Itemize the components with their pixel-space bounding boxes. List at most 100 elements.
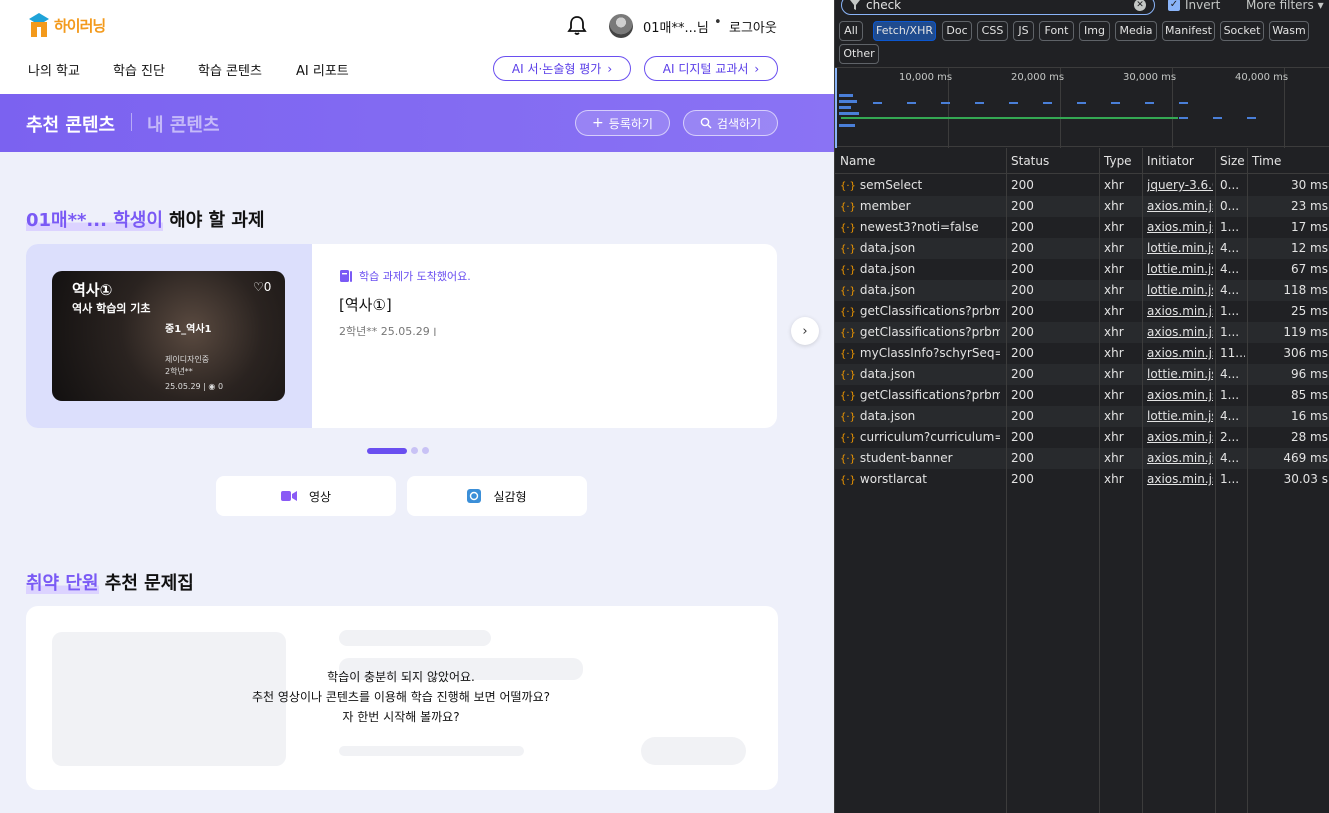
carousel-dot-active[interactable] — [367, 447, 407, 454]
table-row[interactable]: {·}myClassInfo?schyrSeq=6... 200 xhr axios.… — [835, 343, 1329, 364]
cell-type: xhr — [1104, 220, 1140, 234]
table-row[interactable]: {·}data.json 200 xhr lottie.min.js:1 4... 67 … — [835, 259, 1329, 280]
task-title[interactable]: [역사①] — [339, 294, 392, 315]
chip-doc[interactable]: Doc — [942, 21, 972, 41]
cell-time: 119 ms — [1252, 325, 1328, 339]
search-button[interactable]: 검색하기 — [683, 110, 778, 136]
content-thumbnail[interactable]: 역사① 역사 학습의 기초 ♡0 중1_역사1 제이디자인중 2학년** 25.… — [52, 271, 285, 401]
cell-type: xhr — [1104, 178, 1140, 192]
table-row[interactable]: {·}data.json 200 xhr lottie.min.js:1 4... 96 … — [835, 364, 1329, 385]
clear-filter-icon[interactable]: ✕ — [1134, 0, 1146, 11]
chip-css[interactable]: CSS — [977, 21, 1008, 41]
initiator-text[interactable]: lottie.min.js:1 — [1147, 262, 1213, 276]
chip-media[interactable]: Media — [1115, 21, 1157, 41]
initiator-text[interactable]: axios.min.js:2 — [1147, 304, 1213, 318]
initiator-text[interactable]: lottie.min.js:1 — [1147, 409, 1213, 423]
table-row[interactable]: {·}worstlarcat 200 xhr axios.min.js:2 1... 30… — [835, 469, 1329, 490]
type-text: xhr — [1104, 178, 1124, 192]
nav-ai-report[interactable]: AI 리포트 — [296, 60, 349, 79]
name-text: getClassifications?prbm... — [859, 325, 1000, 339]
cell-name: {·} newest3?noti=false — [840, 220, 1000, 234]
chip-js[interactable]: JS — [1013, 21, 1034, 41]
chip-wasm[interactable]: Wasm — [1269, 21, 1309, 41]
tab-recommended-content[interactable]: 추천 콘텐츠 — [26, 111, 115, 137]
table-row[interactable]: {·} getClassifications?prbm... 200 xhr axios… — [835, 385, 1329, 406]
table-row[interactable]: {·}semSelect 200 xhr jquery-3.6.0. 0... 30 ms — [835, 175, 1329, 196]
col-time-header[interactable]: Time — [1252, 154, 1281, 168]
nav-learning-content[interactable]: 학습 콘텐츠 — [198, 60, 262, 79]
task-meta: 2학년** ׀ 25.05.29 — [339, 325, 437, 338]
time-text: 30 ms — [1290, 178, 1328, 192]
table-row[interactable]: {·}data.json 200 xhr lottie.min.js:1 4... 12 … — [835, 238, 1329, 259]
initiator-text[interactable]: axios.min.js:2 — [1147, 451, 1213, 465]
table-row[interactable]: {·}member 200 xhr axios.min.js:2 0... 23 ms — [835, 196, 1329, 217]
time-text: 12 ms — [1290, 241, 1328, 255]
cell-time: 12 ms — [1252, 241, 1328, 255]
chip-socket[interactable]: Socket — [1220, 21, 1264, 41]
register-button[interactable]: + 등록하기 — [575, 110, 670, 136]
category-video-button[interactable]: 영상 — [216, 476, 396, 516]
initiator-text[interactable]: axios.min.js:2 — [1147, 346, 1213, 360]
filter-bar: check ✕ ✓ Invert More filters ▾ — [835, 0, 1329, 16]
more-filters-dropdown[interactable]: More filters ▾ — [1246, 0, 1324, 12]
status-text: 200 — [1011, 262, 1034, 276]
carousel-dot[interactable] — [411, 447, 418, 454]
chip-img[interactable]: Img — [1079, 21, 1110, 41]
col-size-header[interactable]: Size — [1220, 154, 1245, 168]
initiator-text[interactable]: jquery-3.6.0. — [1147, 178, 1213, 192]
carousel-next-button[interactable]: › — [791, 317, 819, 345]
table-row[interactable]: {·}curriculum?curriculum=J... 200 xhr axios… — [835, 427, 1329, 448]
initiator-text[interactable]: axios.min.js:2 — [1147, 199, 1213, 213]
ai-essay-eval-button[interactable]: AI 서·논술형 평가 › — [493, 56, 631, 81]
logout-link[interactable]: 로그아웃 — [729, 17, 777, 36]
column-divider — [1142, 148, 1143, 813]
col-initiator-header[interactable]: Initiator — [1147, 154, 1194, 168]
status-text: 200 — [1011, 325, 1034, 339]
chip-other[interactable]: Other — [839, 44, 879, 64]
type-text: xhr — [1104, 367, 1124, 381]
like-count[interactable]: ♡0 — [253, 280, 271, 294]
carousel-dot[interactable] — [422, 447, 429, 454]
chip-fetch-xhr[interactable]: Fetch/XHR — [873, 21, 936, 41]
xhr-icon: {·} — [840, 475, 856, 486]
category-immersive-button[interactable]: 실감형 — [407, 476, 587, 516]
task-note-text: 학습 과제가 도착했어요. — [359, 270, 471, 283]
col-status-header[interactable]: Status — [1011, 154, 1049, 168]
table-row[interactable]: {·}student-banner 200 xhr axios.min.js:2 4..… — [835, 448, 1329, 469]
invert-checkbox[interactable]: ✓ Invert — [1168, 0, 1220, 12]
table-row[interactable]: {·}data.json 200 xhr lottie.min.js:1 4... 16 … — [835, 406, 1329, 427]
tab-my-content[interactable]: 내 콘텐츠 — [147, 111, 220, 137]
filter-input[interactable]: check ✕ — [841, 0, 1155, 15]
initiator-text[interactable]: axios.min.js:2 — [1147, 220, 1213, 234]
time-text: 85 ms — [1290, 388, 1328, 402]
notification-bell-icon[interactable] — [566, 14, 588, 36]
col-type-header[interactable]: Type — [1104, 154, 1132, 168]
avatar[interactable] — [609, 14, 633, 38]
cell-status: 200 — [1011, 262, 1091, 276]
column-divider — [1006, 148, 1007, 813]
nav-learning-diagnosis[interactable]: 학습 진단 — [113, 60, 165, 79]
chip-all[interactable]: All — [839, 21, 863, 41]
table-row[interactable]: {·}data.json 200 xhr lottie.min.js:1 4... 118… — [835, 280, 1329, 301]
table-row[interactable]: {·}newest3?noti=false 200 xhr axios.min.js:… — [835, 217, 1329, 238]
initiator-text[interactable]: lottie.min.js:1 — [1147, 241, 1213, 255]
initiator-text[interactable]: axios.min.js:2 — [1147, 325, 1213, 339]
initiator-text[interactable]: lottie.min.js:1 — [1147, 283, 1213, 297]
nav-my-school[interactable]: 나의 학교 — [28, 60, 80, 79]
initiator-text[interactable]: axios.min.js:2 — [1147, 430, 1213, 444]
chip-manifest[interactable]: Manifest — [1162, 21, 1215, 41]
cell-initiator: axios.min.js:2 — [1147, 388, 1213, 402]
cell-size: 1... — [1220, 388, 1245, 402]
site-logo[interactable]: 하이러닝 — [28, 12, 106, 38]
table-row[interactable]: {·} getClassifications?prbm... 200 xhr axios… — [835, 322, 1329, 343]
table-row[interactable]: {·} getClassifications?prbm... 200 xhr axios… — [835, 301, 1329, 322]
weak-section-title: 취약 단원 추천 문제집 — [26, 569, 194, 595]
initiator-text[interactable]: axios.min.js:2 — [1147, 388, 1213, 402]
initiator-text[interactable]: lottie.min.js:1 — [1147, 367, 1213, 381]
ai-digital-textbook-button[interactable]: AI 디지털 교과서 › — [644, 56, 778, 81]
network-timeline-overview[interactable]: 10,000 ms 20,000 ms 30,000 ms 40,000 ms — [835, 67, 1329, 148]
col-name-header[interactable]: Name — [840, 154, 875, 168]
chip-font[interactable]: Font — [1039, 21, 1074, 41]
cell-time: 67 ms — [1252, 262, 1328, 276]
initiator-text[interactable]: axios.min.js:2 — [1147, 472, 1213, 486]
